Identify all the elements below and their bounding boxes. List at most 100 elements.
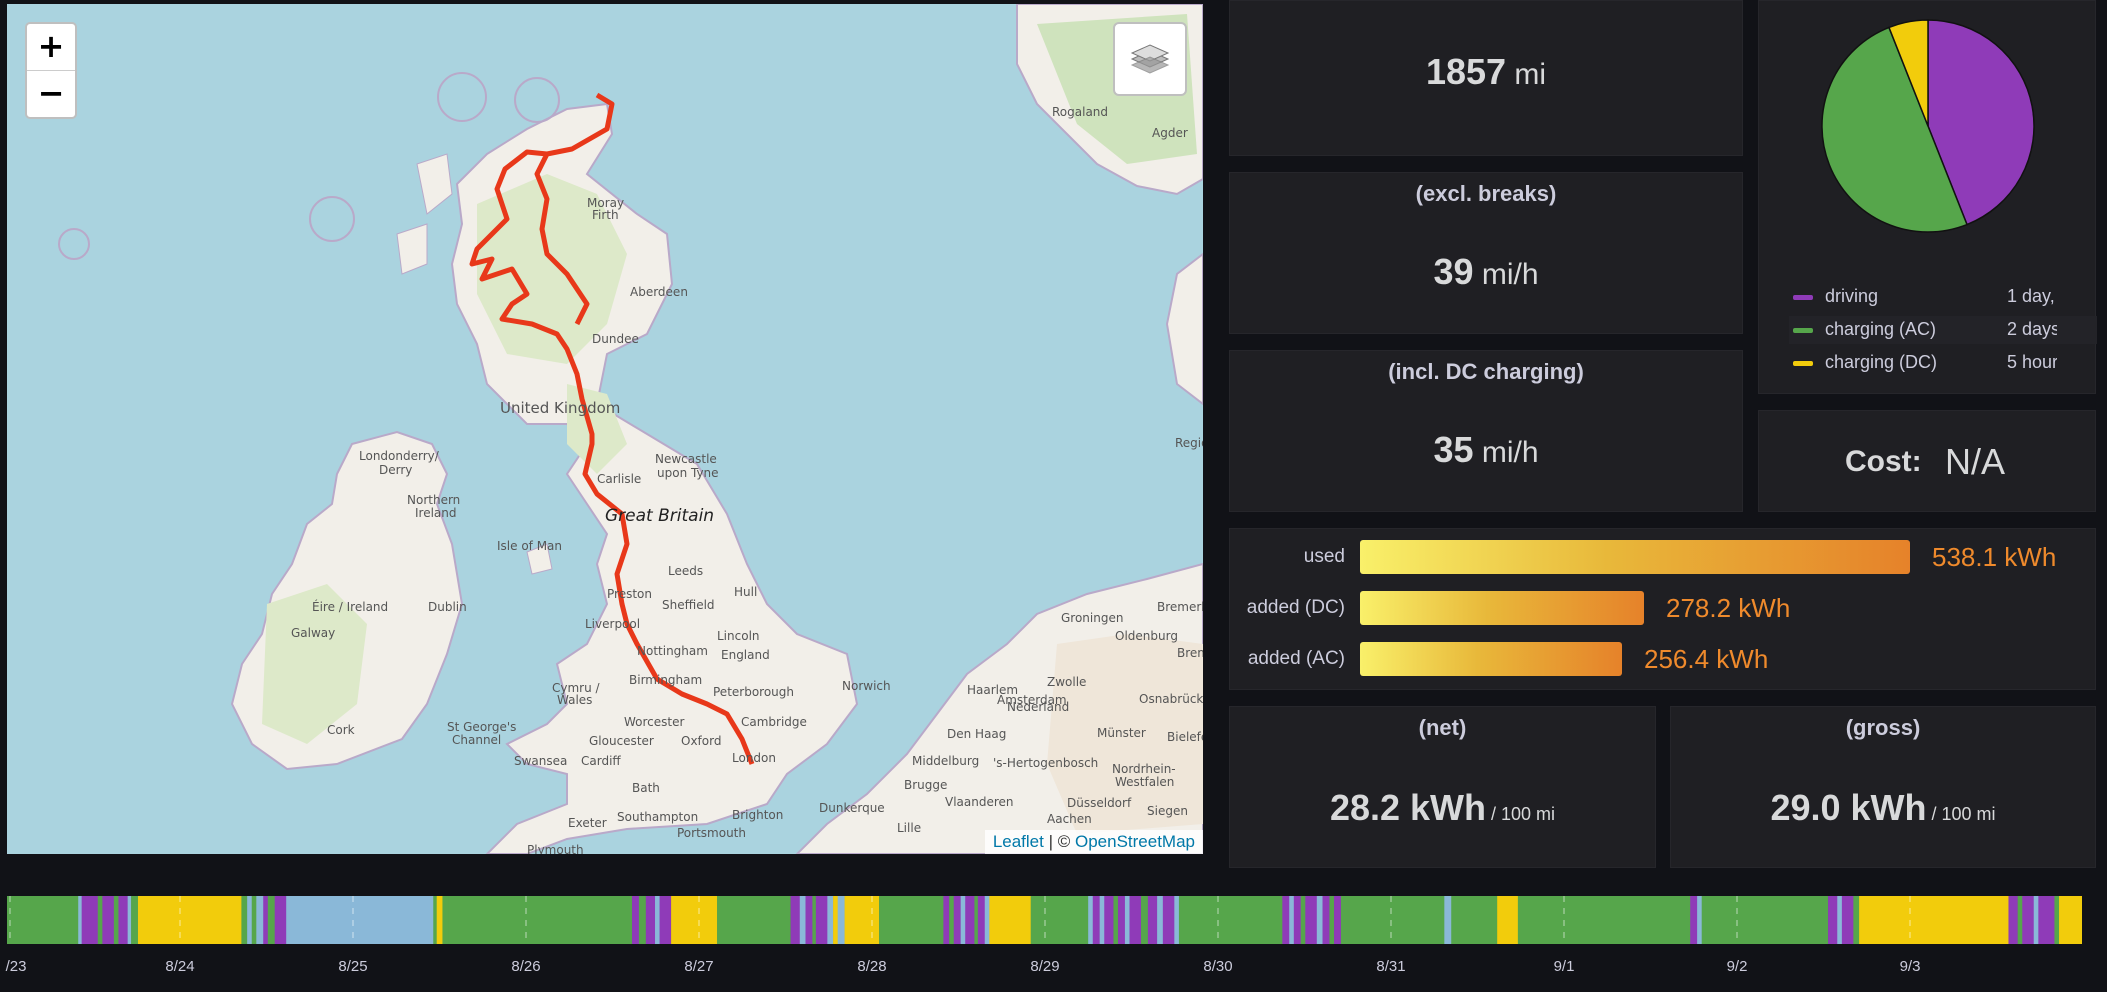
timeline-segment-dc[interactable] [2059,896,2082,944]
timeline-segment-ac[interactable] [1701,896,1829,944]
timeline-segment-idle[interactable] [984,896,990,944]
timeline-segment-driving[interactable] [815,896,828,944]
timeline-segment-driving[interactable] [1305,896,1318,944]
timeline-segment-idle[interactable] [78,896,82,944]
timeline-segment-ac[interactable] [2054,896,2060,944]
timeline-segment-ac[interactable] [1113,896,1119,944]
timeline-segment-idle[interactable] [1099,896,1105,944]
timeline-segment-ac[interactable] [241,896,248,944]
timeline-segment-idle[interactable] [1444,896,1452,944]
leaflet-link[interactable]: Leaflet [993,832,1044,851]
timeline-segment-dc[interactable] [989,896,1032,944]
timeline-segment-idle[interactable] [2033,896,2039,944]
timeline-segment-idle[interactable] [655,896,660,944]
legend-item[interactable]: driving 1 day, 1 [1789,283,2097,311]
timeline-segment-ac[interactable] [879,896,944,944]
timeline-segment-idle[interactable] [1157,896,1164,944]
timeline-segment-idle[interactable] [256,896,264,944]
timeline-segment-driving[interactable] [1828,896,1838,944]
osm-link[interactable]: OpenStreetMap [1075,832,1195,851]
timeline-segment-ac[interactable] [1853,896,1860,944]
timeline-segment-driving[interactable] [2008,896,2018,944]
timeline-segment-driving[interactable] [1322,896,1330,944]
timeline-segment-driving[interactable] [1690,896,1698,944]
timeline-segment-driving[interactable] [1293,896,1302,944]
timeline-segment-ac[interactable] [638,896,647,944]
timeline-segment-driving[interactable] [263,896,269,944]
timeline-segment-driving[interactable] [2038,896,2055,944]
timeline-segment-ac[interactable] [1340,896,1445,944]
timeline-segment-ac[interactable] [1178,896,1283,944]
timeline-segment-driving[interactable] [805,896,813,944]
timeline-segment-ac[interactable] [131,896,139,944]
timeline-segment-idle[interactable] [837,896,845,944]
timeline-segment-driving[interactable] [118,896,128,944]
timeline-segment-driving[interactable] [1334,896,1342,944]
timeline-segment-driving[interactable] [1104,896,1114,944]
timeline-segment-ac[interactable] [1451,896,1498,944]
timeline-segment-driving[interactable] [102,896,115,944]
timeline-segment-idle[interactable] [286,896,434,944]
timeline-segment-idle[interactable] [827,896,834,944]
timeline-segment-driving[interactable] [953,896,961,944]
timeline-segment-idle[interactable] [799,896,806,944]
timeline-segment-driving[interactable] [2022,896,2035,944]
timeline-segment-idle[interactable] [1697,896,1702,944]
timeline-segment-idle[interactable] [1837,896,1843,944]
timeline-segment-dc[interactable] [1497,896,1519,944]
timeline-segment-driving[interactable] [977,896,986,944]
timeline-segment-driving[interactable] [632,896,640,944]
layers-button[interactable] [1113,22,1187,96]
timeline-segment-driving[interactable] [659,896,672,944]
timeline-segment-dc[interactable] [833,896,838,944]
timeline-segment-driving[interactable] [1162,896,1175,944]
zoom-out-button[interactable]: − [27,70,75,117]
zoom-in-button[interactable]: + [27,24,75,70]
timeline-segment-dc[interactable] [436,896,443,944]
timeline-segment-ac[interactable] [1517,896,1691,944]
timeline-segment-ac[interactable] [717,896,791,944]
timeline-segment-driving[interactable] [790,896,801,944]
timeline-segment-driving[interactable] [1841,896,1854,944]
trip-map[interactable]: Rogaland Agder Moray Firth Aberdeen Dundee Uni… [7,4,1203,854]
state-timeline[interactable] [7,896,2082,944]
timeline-segment-ac[interactable] [949,896,955,944]
timeline-segment-driving[interactable] [81,896,99,944]
timeline-segment-ac[interactable] [448,896,633,944]
timeline-segment-idle[interactable] [1174,896,1180,944]
timeline-segment-driving[interactable] [1118,896,1126,944]
timeline-segment-idle[interactable] [1289,896,1295,944]
timeline-segment-ac[interactable] [1300,896,1306,944]
timeline-segment-driving[interactable] [274,896,287,944]
timeline-segment-idle[interactable] [1124,896,1130,944]
legend-item[interactable]: charging (DC) 5 hours, 3 [1789,349,2097,377]
timeline-segment-idle[interactable] [1088,896,1094,944]
timeline-segment-ac[interactable] [974,896,979,944]
legend-item[interactable]: charging (AC) 2 days, [1789,316,2097,344]
timeline-segment-dc[interactable] [1859,896,2009,944]
timeline-segment-ac[interactable] [812,896,817,944]
timeline-segment-driving[interactable] [943,896,950,944]
timeline-segment-ac[interactable] [1141,896,1149,944]
timeline-segment-ac[interactable] [113,896,119,944]
timeline-segment-ac[interactable] [97,896,103,944]
timeline-segment-idle[interactable] [960,896,966,944]
timeline-segment-ac[interactable] [2017,896,2023,944]
timeline-segment-ac[interactable] [442,896,449,944]
timeline-segment-ac[interactable] [1329,896,1335,944]
timeline-segment-ac[interactable] [267,896,275,944]
timeline-segment-dc[interactable] [137,896,242,944]
timeline-segment-ac[interactable] [1030,896,1089,944]
timeline-segment-driving[interactable] [1147,896,1158,944]
timeline-segment-driving[interactable] [1092,896,1100,944]
timeline-segment-driving[interactable] [1282,896,1290,944]
timeline-segment-idle[interactable] [127,896,132,944]
timeline-segment-dc[interactable] [844,896,880,944]
timeline-segment-ac[interactable] [433,896,438,944]
timeline-segment-idle[interactable] [1316,896,1323,944]
timeline-segment-ac[interactable] [251,896,257,944]
timeline-segment-dc[interactable] [671,896,718,944]
timeline-segment-driving[interactable] [645,896,656,944]
timeline-segment-driving[interactable] [965,896,975,944]
timeline-segment-idle[interactable] [247,896,253,944]
